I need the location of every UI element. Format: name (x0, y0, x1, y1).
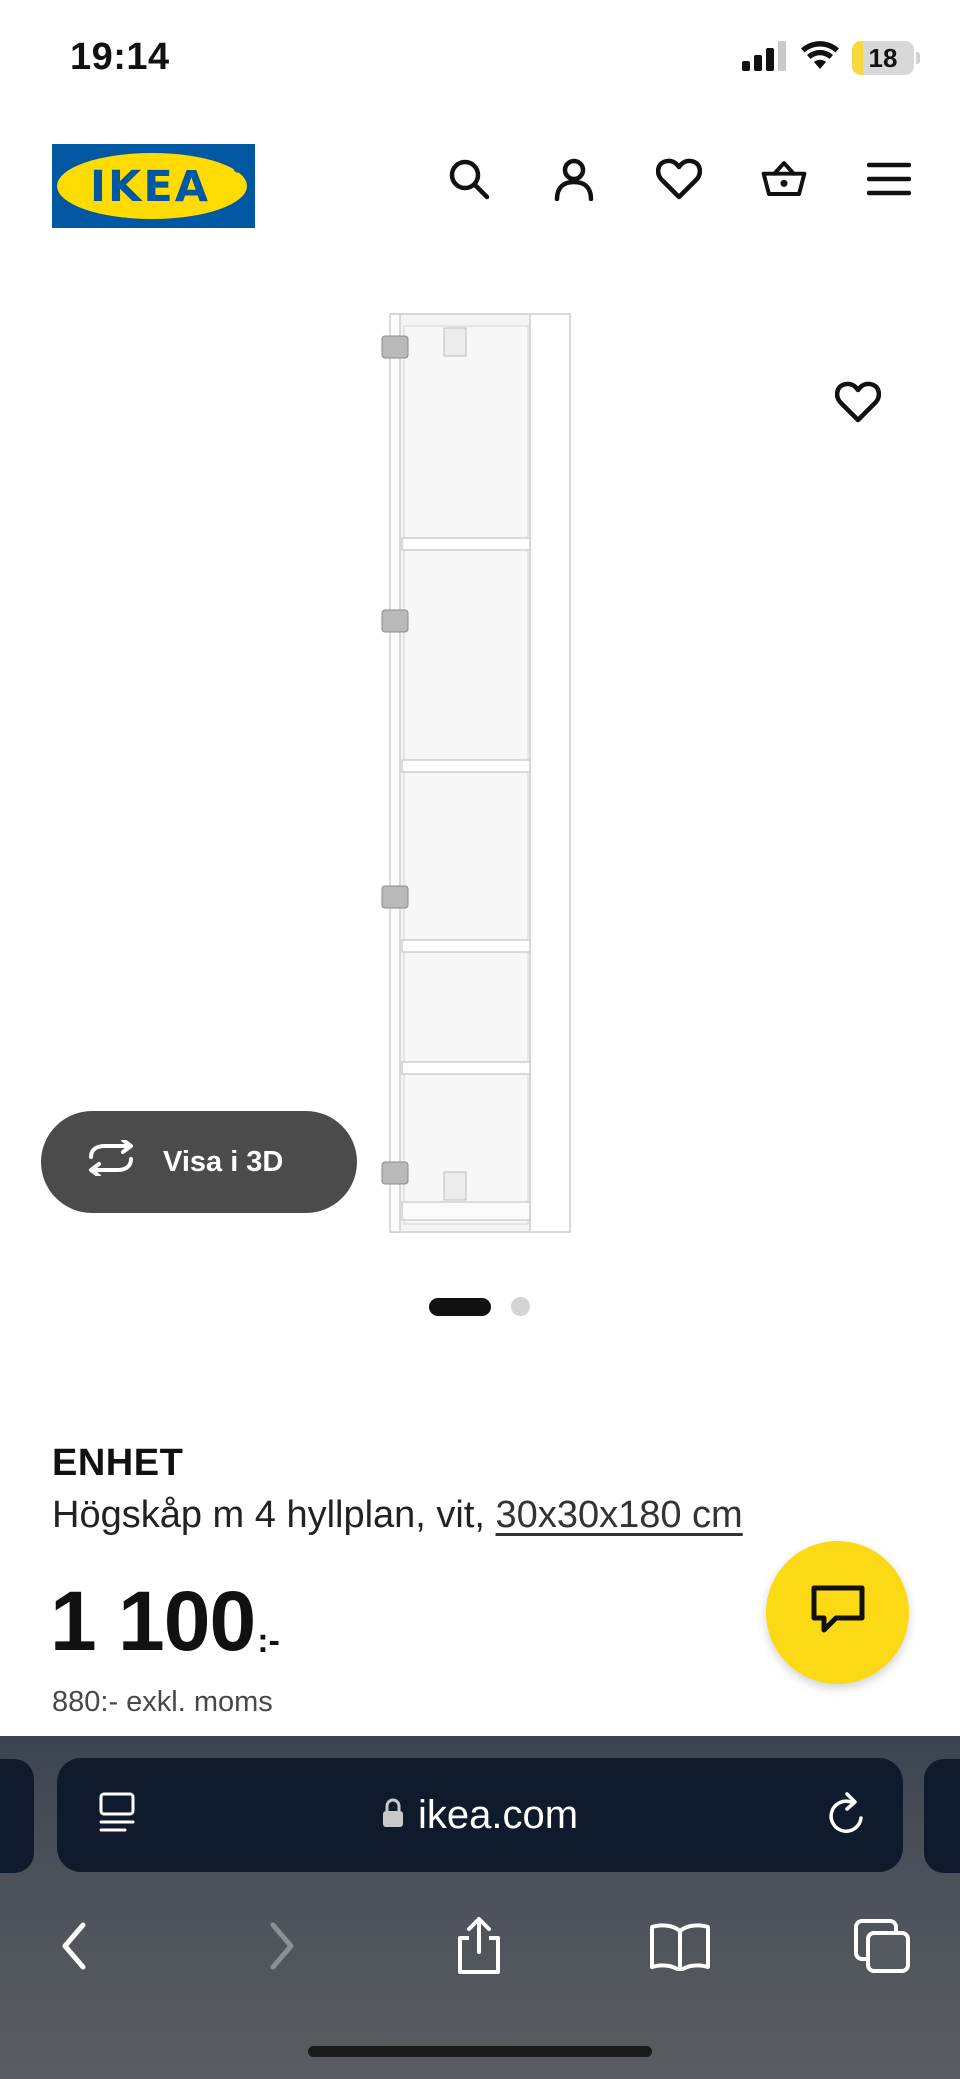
reader-icon[interactable] (97, 1790, 139, 1843)
price-amount: 1 100 (50, 1574, 256, 1668)
svg-text:IKEA: IKEA (90, 162, 210, 212)
view-in-3d-button[interactable]: Visa i 3D (41, 1111, 357, 1213)
back-icon[interactable] (34, 1906, 114, 1986)
url-text: ikea.com (417, 1792, 579, 1837)
address-display: ikea.com (57, 1758, 903, 1872)
header-icons (446, 156, 912, 202)
next-tab-preview[interactable] (924, 1759, 960, 1873)
battery-nub (916, 52, 920, 64)
bookmarks-icon[interactable] (640, 1906, 720, 1986)
add-to-favourites-button[interactable] (826, 372, 890, 436)
address-bar[interactable]: ikea.com (57, 1758, 903, 1872)
product-description-text: Högskåp m 4 hyllplan, vit, (52, 1494, 485, 1536)
product-description: Högskåp m 4 hyllplan, vit, 30x30x180 cm (52, 1494, 743, 1537)
basket-icon[interactable] (761, 156, 807, 202)
site-header: IKEA (0, 130, 960, 250)
battery-level: 18 (868, 43, 898, 73)
product-image[interactable] (360, 310, 600, 1250)
battery-icon: 18 (852, 41, 914, 75)
product-gallery[interactable]: Visa i 3D (0, 280, 960, 1280)
share-icon[interactable] (439, 1906, 519, 1986)
rotate-3d-icon (85, 1138, 137, 1184)
status-time: 19:14 (70, 36, 170, 78)
product-name: ENHET (52, 1442, 184, 1484)
pagination-dot[interactable] (511, 1297, 530, 1316)
pagination-dot-active[interactable] (429, 1297, 491, 1316)
heart-icon[interactable] (656, 156, 702, 202)
menu-icon[interactable] (866, 156, 912, 202)
view-in-3d-label: Visa i 3D (163, 1145, 284, 1178)
gallery-pagination (429, 1297, 530, 1316)
status-indicators: 18 (742, 38, 920, 78)
profile-icon[interactable] (551, 156, 597, 202)
status-bar: 19:14 18 (0, 0, 960, 120)
previous-tab-preview[interactable] (0, 1759, 34, 1873)
product-dimensions-link[interactable]: 30x30x180 cm (496, 1494, 743, 1536)
lock-icon (382, 1793, 404, 1838)
price-suffix: :- (257, 1622, 280, 1660)
ikea-logo[interactable]: IKEA (52, 144, 255, 228)
product-price: 1 100 :- (50, 1576, 280, 1666)
price-excl-vat: 880:- exkl. moms (52, 1686, 273, 1718)
chat-icon (810, 1584, 866, 1641)
tabs-icon[interactable] (842, 1906, 922, 1986)
reload-icon[interactable] (825, 1792, 869, 1843)
heart-icon (834, 381, 882, 428)
home-indicator[interactable] (308, 2046, 652, 2057)
browser-toolbar: ikea.com (0, 1736, 960, 2079)
search-icon[interactable] (446, 156, 492, 202)
signal-icon (742, 40, 788, 76)
chat-button[interactable] (766, 1541, 909, 1684)
wifi-icon (800, 40, 840, 76)
forward-icon[interactable] (242, 1906, 322, 1986)
browser-nav-row (0, 1906, 960, 1986)
